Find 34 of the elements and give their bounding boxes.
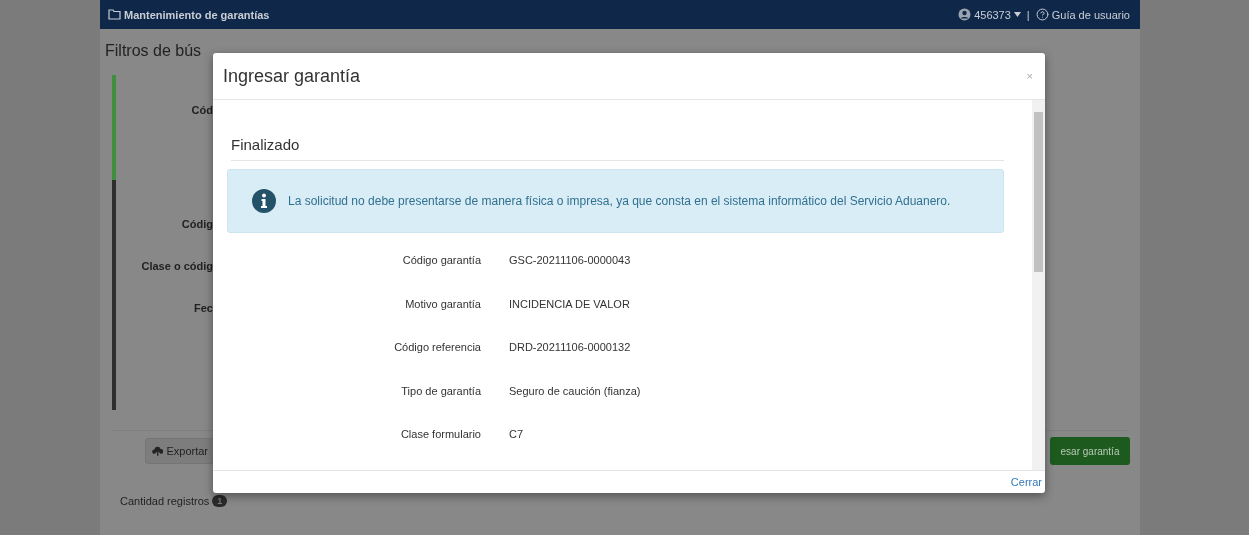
field-label: Motivo garantía [404, 297, 481, 310]
filter-label: Fec [193, 301, 213, 316]
field-label: Código referencia [393, 341, 481, 353]
field-value: GSC-20211106-0000043 [509, 254, 631, 266]
filter-label: Clase o códig [140, 259, 213, 274]
page-heading: Mantenimiento de garantías [108, 8, 270, 21]
status-heading: Finalizado [231, 136, 1004, 161]
caret-icon [1013, 12, 1021, 17]
alert-message: La solicitud no debe presentarse de manera física o impresa, ya que consta en el sistema informático del Servicio Aduanero. [288, 194, 951, 208]
field-value: C7 [509, 428, 524, 440]
section-title: Filtros de bús [105, 42, 203, 61]
record-count-label: Cantidad registros [120, 495, 210, 507]
filter-label: Cód [190, 103, 213, 118]
user-guide-link[interactable]: Guía de usuario [1035, 8, 1130, 21]
field-value: INCIDENCIA DE VALOR [509, 297, 630, 310]
count-badge: 1 [212, 495, 228, 507]
cloud-upload-icon [152, 446, 164, 456]
close-link[interactable]: Cerrar [1010, 476, 1042, 488]
export-button[interactable]: Exportar [145, 438, 215, 464]
user-icon [958, 8, 972, 21]
field-label: Clase formulario [399, 428, 481, 440]
folder-icon [108, 9, 121, 20]
user-menu[interactable]: 456373 [958, 8, 1021, 21]
add-guarantee-button[interactable]: esar garantía [1050, 437, 1130, 465]
field-label: Código garantía [401, 254, 481, 266]
filter-label: Códig [180, 217, 213, 232]
help-icon [1035, 8, 1049, 21]
field-label: Tipo de garantía [400, 384, 481, 397]
field-value: Seguro de caución (fianza) [509, 384, 641, 397]
modal-title: Ingresar garantía [223, 65, 361, 87]
scrollbar[interactable] [1032, 100, 1045, 470]
separator: | [1026, 8, 1030, 21]
field-value: DRD-20211106-0000132 [509, 341, 631, 353]
info-icon [252, 189, 276, 213]
